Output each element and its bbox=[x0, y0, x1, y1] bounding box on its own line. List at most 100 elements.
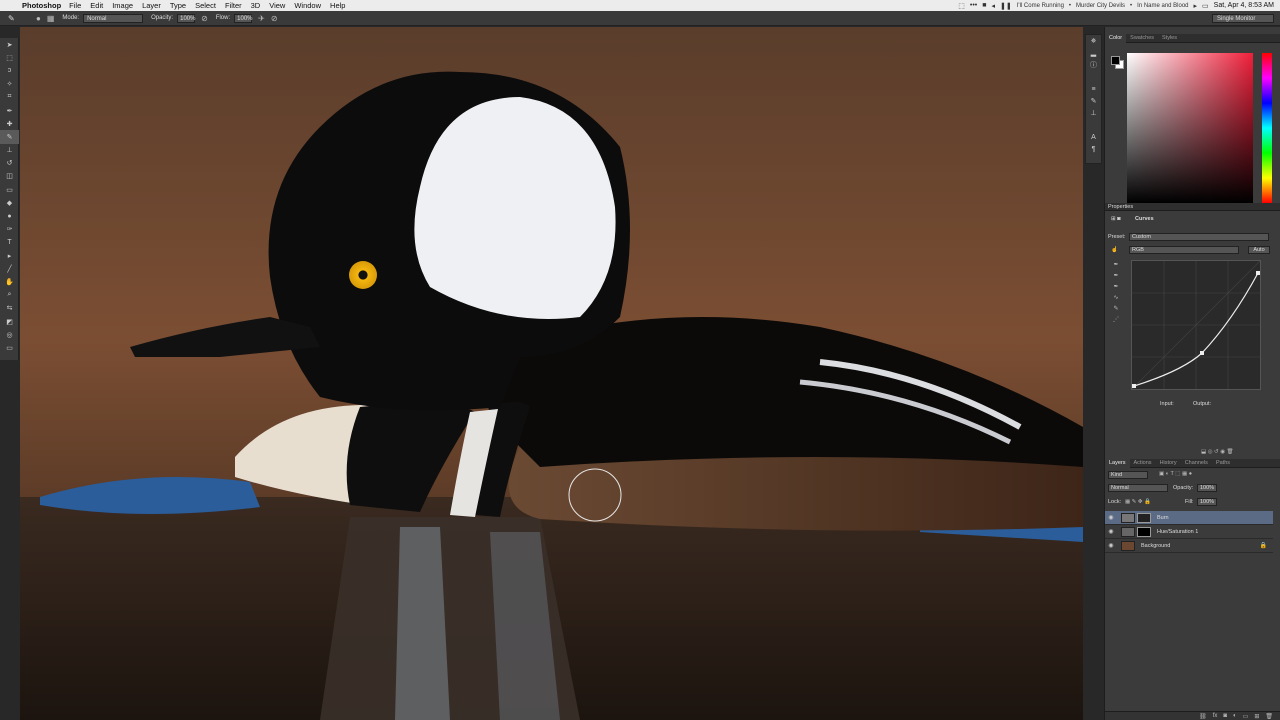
auto-button[interactable]: Auto bbox=[1248, 246, 1270, 254]
menu-3d[interactable]: 3D bbox=[251, 1, 261, 10]
pause-icon[interactable]: ❚❚ bbox=[1000, 2, 1012, 10]
airbrush-icon[interactable]: ✈ bbox=[258, 14, 265, 23]
curve-point-black[interactable] bbox=[1132, 384, 1136, 388]
clock[interactable]: Sat, Apr 4, 8:53 AM bbox=[1214, 2, 1274, 9]
tab-styles[interactable]: Styles bbox=[1158, 35, 1181, 41]
battery-icon[interactable]: ▭ bbox=[1202, 2, 1209, 10]
menu-type[interactable]: Type bbox=[170, 1, 186, 10]
tab-color[interactable]: Color bbox=[1105, 33, 1127, 43]
navigator-icon[interactable]: ✵ bbox=[1086, 35, 1101, 47]
blur-tool-icon[interactable]: ◆ bbox=[0, 196, 19, 209]
eyedropper-black-icon[interactable]: ✒ bbox=[1111, 261, 1121, 272]
clone-source-icon[interactable]: ⊥ bbox=[1086, 107, 1101, 119]
stop-icon[interactable]: ■ bbox=[982, 2, 986, 9]
brush-settings-icon[interactable]: ✎ bbox=[1086, 95, 1101, 107]
brush-tool-icon[interactable]: ✎ bbox=[0, 130, 19, 144]
gradient-tool-icon[interactable]: ▭ bbox=[0, 183, 19, 196]
mode-select[interactable]: Normal bbox=[83, 13, 144, 23]
visibility-eye-icon[interactable]: ◉ bbox=[1105, 542, 1117, 549]
marquee-tool-icon[interactable]: ⬚ bbox=[0, 51, 19, 64]
menu-window[interactable]: Window bbox=[294, 1, 321, 10]
layer-filter-icons[interactable]: ▣ ◐ T ⬚ ▦ ● bbox=[1159, 471, 1192, 477]
menu-edit[interactable]: Edit bbox=[90, 1, 103, 10]
properties-footer-icons[interactable]: ⬓ ◎ ↺ ◉ 🗑 bbox=[1201, 449, 1234, 455]
foreground-color-swatch[interactable] bbox=[1111, 56, 1120, 65]
menu-select[interactable]: Select bbox=[195, 1, 216, 10]
new-layer-icon[interactable]: ⊞ bbox=[1254, 713, 1259, 720]
brush-size-icon[interactable]: ● bbox=[36, 14, 41, 23]
new-group-icon[interactable]: ▭ bbox=[1243, 713, 1249, 720]
link-layers-icon[interactable]: ⛓ bbox=[1199, 713, 1207, 720]
curve-point-mid[interactable] bbox=[1200, 351, 1204, 355]
info-icon[interactable]: ⓘ bbox=[1086, 59, 1101, 71]
menu-image[interactable]: Image bbox=[112, 1, 133, 10]
preset-select[interactable]: Custom bbox=[1129, 233, 1269, 241]
color-field[interactable] bbox=[1127, 53, 1253, 203]
tab-history[interactable]: History bbox=[1156, 460, 1181, 466]
pressure-opacity-icon[interactable]: ⊘ bbox=[201, 14, 208, 23]
layer-hue-saturation[interactable]: ◉ Hue/Saturation 1 bbox=[1105, 525, 1273, 539]
menu-help[interactable]: Help bbox=[330, 1, 345, 10]
histogram-icon[interactable]: ▂ bbox=[1086, 47, 1101, 59]
new-adjustment-icon[interactable]: ◐ bbox=[1233, 713, 1237, 719]
history-brush-tool-icon[interactable]: ↺ bbox=[0, 157, 19, 170]
delete-layer-icon[interactable]: 🗑 bbox=[1265, 713, 1273, 720]
tab-channels[interactable]: Channels bbox=[1181, 460, 1212, 466]
workspace-select[interactable]: Single Monitor bbox=[1212, 14, 1274, 23]
type-tool-icon[interactable]: T bbox=[0, 236, 19, 249]
app-name[interactable]: Photoshop bbox=[22, 1, 61, 10]
dodge-tool-icon[interactable]: ● bbox=[0, 209, 19, 222]
menu-file[interactable]: File bbox=[69, 1, 81, 10]
move-tool-icon[interactable]: ➤ bbox=[0, 38, 19, 51]
flow-input[interactable]: 100% bbox=[234, 13, 253, 23]
curve-pencil-icon[interactable]: ✎ bbox=[1111, 305, 1121, 316]
channel-select[interactable]: RGB bbox=[1129, 246, 1239, 254]
quick-select-tool-icon[interactable]: ✧ bbox=[0, 78, 19, 91]
add-mask-icon[interactable]: ◙ bbox=[1223, 713, 1227, 719]
layer-burn[interactable]: ◉ Burn bbox=[1105, 511, 1273, 525]
eyedropper-white-icon[interactable]: ✒ bbox=[1111, 283, 1121, 294]
smooth-icon[interactable]: ⋰ bbox=[1111, 316, 1121, 327]
line-tool-icon[interactable]: ╱ bbox=[0, 262, 19, 275]
path-select-tool-icon[interactable]: ▸ bbox=[0, 249, 19, 262]
menu-layer[interactable]: Layer bbox=[142, 1, 161, 10]
visibility-eye-icon[interactable]: ◉ bbox=[1105, 528, 1117, 535]
blend-mode-select[interactable]: Normal bbox=[1108, 484, 1168, 492]
healing-tool-icon[interactable]: ✚ bbox=[0, 117, 19, 130]
tab-swatches[interactable]: Swatches bbox=[1126, 35, 1158, 41]
screenshot-icon[interactable]: ⬚ bbox=[958, 2, 965, 10]
lasso-tool-icon[interactable]: ↄ bbox=[0, 64, 19, 77]
layer-opacity-input[interactable]: 100% bbox=[1197, 484, 1217, 492]
document-canvas[interactable] bbox=[20, 27, 1083, 720]
on-image-adjust-icon[interactable]: ☝ bbox=[1111, 247, 1118, 253]
zoom-tool-icon[interactable]: ⌕ bbox=[0, 289, 19, 302]
eraser-tool-icon[interactable]: ◫ bbox=[0, 170, 19, 183]
paragraph-icon[interactable]: ¶ bbox=[1086, 143, 1101, 155]
brush-panel-icon[interactable]: ▦ bbox=[47, 14, 55, 23]
brush-preset-icon[interactable]: ✎ bbox=[0, 14, 30, 23]
visibility-eye-icon[interactable]: ◉ bbox=[1105, 514, 1117, 521]
curve-graph[interactable] bbox=[1131, 260, 1261, 390]
menu-filter[interactable]: Filter bbox=[225, 1, 242, 10]
rewind-icon[interactable]: ◂ bbox=[992, 2, 996, 10]
curve-point-icon[interactable]: ∿ bbox=[1111, 294, 1121, 305]
forward-icon[interactable]: ▸ bbox=[1194, 2, 1198, 10]
eyedropper-tool-icon[interactable]: ✒ bbox=[0, 104, 19, 117]
crop-tool-icon[interactable]: ⌗ bbox=[0, 91, 19, 104]
tab-layers[interactable]: Layers bbox=[1105, 458, 1130, 468]
adjustments-icon[interactable]: ≡ bbox=[1086, 83, 1101, 95]
default-colors-icon[interactable]: ⇆ bbox=[0, 302, 19, 315]
lock-icons[interactable]: ▦ ✎ ✥ 🔒 bbox=[1125, 499, 1151, 505]
menu-view[interactable]: View bbox=[269, 1, 285, 10]
opacity-input[interactable]: 100% bbox=[177, 13, 195, 23]
dots-icon[interactable]: ••• bbox=[970, 2, 977, 9]
fx-icon[interactable]: fx bbox=[1213, 713, 1218, 719]
curve-point-white[interactable] bbox=[1256, 271, 1260, 275]
hue-slider[interactable] bbox=[1262, 53, 1272, 203]
screen-mode-icon[interactable]: ▭ bbox=[0, 341, 19, 354]
layer-background[interactable]: ◉ Background 🔒 bbox=[1105, 539, 1273, 553]
clone-stamp-tool-icon[interactable]: ⊥ bbox=[0, 144, 19, 157]
eyedropper-gray-icon[interactable]: ✒ bbox=[1111, 272, 1121, 283]
fill-input[interactable]: 100% bbox=[1197, 498, 1217, 506]
quick-mask-icon[interactable]: ◎ bbox=[0, 328, 19, 341]
